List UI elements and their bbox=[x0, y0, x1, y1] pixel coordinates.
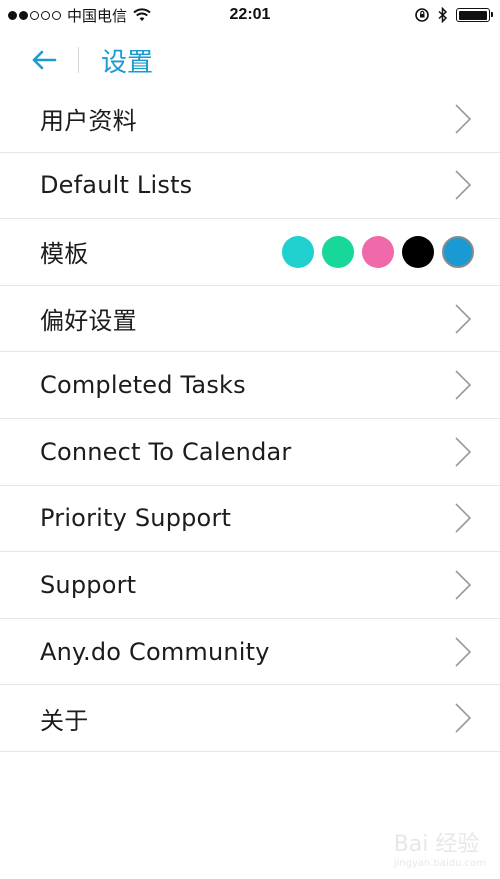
settings-row-connect-calendar[interactable]: Connect To Calendar bbox=[0, 419, 500, 486]
settings-row-user-profile[interactable]: 用户资料 bbox=[0, 86, 500, 153]
row-label: 偏好设置 bbox=[40, 307, 137, 336]
battery-icon bbox=[456, 8, 493, 22]
settings-row-support[interactable]: Support bbox=[0, 552, 500, 619]
theme-color-swatch[interactable] bbox=[402, 235, 434, 268]
settings-row-priority-support[interactable]: Priority Support bbox=[0, 486, 500, 553]
row-label: Connect To Calendar bbox=[40, 437, 292, 466]
page-title: 设置 bbox=[101, 47, 154, 78]
chevron-right-icon bbox=[455, 170, 472, 200]
theme-swatches bbox=[282, 235, 474, 268]
chevron-right-icon bbox=[455, 703, 472, 733]
row-label: Default Lists bbox=[40, 171, 193, 200]
row-label: 用户资料 bbox=[40, 107, 137, 136]
back-arrow-icon bbox=[32, 50, 57, 70]
wifi-icon bbox=[133, 8, 151, 21]
theme-color-swatch[interactable] bbox=[442, 235, 474, 268]
chevron-right-icon bbox=[455, 636, 472, 667]
settings-row-preferences[interactable]: 偏好设置 bbox=[0, 286, 500, 353]
watermark-subtext: jingyan.baidu.com bbox=[393, 858, 486, 869]
settings-row-completed-tasks[interactable]: Completed Tasks bbox=[0, 352, 500, 419]
carrier-name: 中国电信 bbox=[67, 6, 128, 25]
chevron-right-icon bbox=[455, 503, 472, 533]
back-button[interactable] bbox=[14, 30, 74, 90]
settings-row-default-lists[interactable]: Default Lists bbox=[0, 153, 500, 220]
chevron-right-icon bbox=[455, 304, 472, 334]
chevron-right-icon bbox=[455, 370, 472, 400]
signal-strength-icon bbox=[8, 10, 61, 20]
status-bar: 中国电信 22:01 bbox=[0, 0, 500, 30]
watermark-text: Bai 经验 bbox=[393, 832, 480, 857]
chevron-right-icon bbox=[455, 437, 472, 467]
settings-row-theme: 模板 bbox=[0, 219, 500, 286]
chevron-right-icon bbox=[455, 104, 472, 134]
settings-row-about[interactable]: 关于 bbox=[0, 685, 500, 752]
bluetooth-icon bbox=[438, 7, 448, 23]
row-label: Priority Support bbox=[40, 504, 232, 533]
theme-color-swatch[interactable] bbox=[362, 235, 394, 268]
theme-color-swatch[interactable] bbox=[322, 235, 354, 268]
settings-list: 用户资料 Default Lists 模板 偏好设置 Completed Tas… bbox=[0, 86, 500, 752]
row-label: 关于 bbox=[40, 706, 89, 735]
row-label: Completed Tasks bbox=[40, 371, 246, 400]
row-label: Any.do Community bbox=[40, 637, 270, 666]
settings-row-community[interactable]: Any.do Community bbox=[0, 619, 500, 686]
theme-color-swatch[interactable] bbox=[282, 235, 314, 268]
status-left: 中国电信 bbox=[0, 5, 151, 26]
nav-header: 设置 bbox=[0, 30, 500, 90]
header-divider bbox=[78, 47, 79, 73]
status-right bbox=[414, 7, 500, 23]
row-label: Support bbox=[40, 570, 137, 599]
chevron-right-icon bbox=[455, 570, 472, 600]
watermark: Bai 经验 jingyan.baidu.com bbox=[394, 826, 486, 869]
row-label: 模板 bbox=[40, 240, 89, 269]
rotation-lock-icon bbox=[415, 8, 429, 22]
